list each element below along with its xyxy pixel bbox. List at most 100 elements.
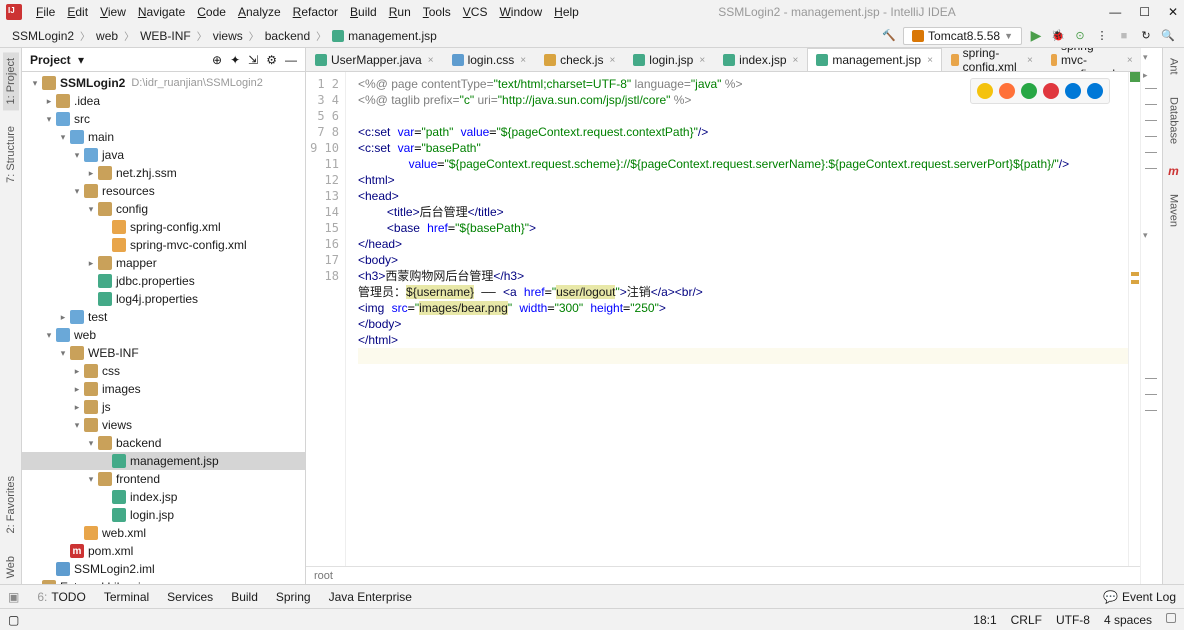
menu-build[interactable]: Build — [344, 3, 383, 21]
disclosure-icon[interactable]: ▸ — [84, 258, 98, 269]
toolwin-todo[interactable]: 6: TODO — [37, 590, 85, 604]
tree-node[interactable]: ▸.idea — [22, 92, 305, 110]
close-tab-icon[interactable]: × — [520, 55, 526, 66]
project-tool-tab[interactable]: 1: Project — [3, 52, 19, 110]
menu-edit[interactable]: Edit — [61, 3, 94, 21]
toolwin-terminal[interactable]: Terminal — [104, 590, 149, 604]
project-tree[interactable]: ▾SSMLogin2D:\idr_ruanjian\SSMLogin2▸.ide… — [22, 72, 305, 584]
menu-vcs[interactable]: VCS — [457, 3, 494, 21]
readonly-lock-icon[interactable] — [1166, 613, 1176, 623]
tree-node[interactable]: ▾resources — [22, 182, 305, 200]
disclosure-icon[interactable]: ▸ — [84, 168, 98, 179]
close-tab-icon[interactable]: × — [609, 55, 615, 66]
breadcrumb-item[interactable]: WEB-INF — [136, 29, 195, 43]
tree-node[interactable]: index.jsp — [22, 488, 305, 506]
tree-node[interactable]: web.xml — [22, 524, 305, 542]
search-icon[interactable]: 🔍 — [1160, 28, 1176, 44]
disclosure-icon[interactable]: ▸ — [70, 366, 84, 377]
project-view-dropdown[interactable]: Project ▾ — [30, 53, 84, 67]
breadcrumb-item[interactable]: views — [209, 29, 247, 43]
status-toggle-icon[interactable]: ▢ — [8, 613, 19, 627]
hammer-icon[interactable]: 🔨 — [881, 28, 897, 44]
maximize-icon[interactable]: ☐ — [1139, 5, 1150, 19]
update-icon[interactable]: ↻ — [1138, 28, 1154, 44]
select-opened-icon[interactable]: ⊕ — [212, 53, 222, 67]
settings-icon[interactable]: ⚙ — [266, 53, 277, 67]
editor-tab[interactable]: index.jsp× — [714, 48, 807, 71]
close-tab-icon[interactable]: × — [927, 55, 933, 66]
close-tab-icon[interactable]: × — [428, 55, 434, 66]
disclosure-icon[interactable]: ▾ — [56, 132, 70, 143]
menu-file[interactable]: File — [30, 3, 61, 21]
breadcrumb-item[interactable]: backend — [261, 29, 314, 43]
disclosure-icon[interactable]: ▾ — [84, 204, 98, 215]
expand-icon[interactable]: ✦ — [230, 53, 240, 67]
browser-icon[interactable] — [1065, 83, 1081, 99]
breadcrumb-item[interactable]: SSMLogin2 — [8, 29, 78, 43]
tree-node[interactable]: log4j.properties — [22, 290, 305, 308]
tree-node[interactable]: ▾SSMLogin2D:\idr_ruanjian\SSMLogin2 — [22, 74, 305, 92]
tree-node[interactable]: ▸test — [22, 308, 305, 326]
editor-tab[interactable]: login.css× — [443, 48, 536, 71]
code-editor[interactable]: <%@ page contentType="text/html;charset=… — [346, 72, 1128, 566]
tree-node[interactable]: management.jsp — [22, 452, 305, 470]
tree-node[interactable]: jdbc.properties — [22, 272, 305, 290]
indent-setting[interactable]: 4 spaces — [1104, 613, 1152, 627]
minimize-icon[interactable]: — — [1109, 5, 1121, 19]
disclosure-icon[interactable]: ▸ — [70, 402, 84, 413]
tree-node[interactable]: ▸css — [22, 362, 305, 380]
browser-icon[interactable] — [1087, 83, 1103, 99]
editor-tab[interactable]: spring-config.xml× — [942, 48, 1042, 71]
editor-tab[interactable]: check.js× — [535, 48, 624, 71]
disclosure-icon[interactable]: ▸ — [70, 384, 84, 395]
browser-icon[interactable] — [1043, 83, 1059, 99]
disclosure-icon[interactable]: ▾ — [42, 330, 56, 341]
favorites-tool-tab[interactable]: 2: Favorites — [3, 470, 19, 539]
menu-code[interactable]: Code — [191, 3, 232, 21]
disclosure-icon[interactable]: ▸ — [42, 96, 56, 107]
tree-node[interactable]: ▾java — [22, 146, 305, 164]
menu-analyze[interactable]: Analyze — [232, 3, 287, 21]
close-tab-icon[interactable]: × — [793, 55, 799, 66]
coverage-icon[interactable]: ⊙ — [1072, 28, 1088, 44]
ant-tool-tab[interactable]: Ant — [1166, 52, 1182, 81]
breadcrumb-item[interactable]: management.jsp — [328, 29, 441, 43]
tree-node[interactable]: ▾WEB-INF — [22, 344, 305, 362]
close-tab-icon[interactable]: × — [1027, 55, 1033, 66]
menu-window[interactable]: Window — [493, 3, 548, 21]
run-icon[interactable]: ▶ — [1028, 28, 1044, 44]
run-config-dropdown[interactable]: Tomcat8.5.58 ▼ — [903, 27, 1022, 45]
close-tab-icon[interactable]: × — [1127, 55, 1133, 66]
menu-tools[interactable]: Tools — [417, 3, 457, 21]
file-encoding[interactable]: UTF-8 — [1056, 613, 1090, 627]
disclosure-icon[interactable]: ▾ — [70, 420, 84, 431]
profile-icon[interactable]: ⋮ — [1094, 28, 1110, 44]
menu-refactor[interactable]: Refactor — [287, 3, 344, 21]
tree-node[interactable]: ▾web — [22, 326, 305, 344]
browser-icon[interactable] — [977, 83, 993, 99]
maven-tool-tab[interactable]: Maven — [1166, 188, 1182, 233]
tree-node[interactable]: spring-mvc-config.xml — [22, 236, 305, 254]
structure-tool-tab[interactable]: 7: Structure — [3, 120, 19, 189]
tree-node[interactable]: ▸images — [22, 380, 305, 398]
tree-node[interactable]: ▾main — [22, 128, 305, 146]
tree-node[interactable]: ▾frontend — [22, 470, 305, 488]
event-log-button[interactable]: 💬 Event Log — [1103, 590, 1176, 604]
disclosure-icon[interactable]: ▾ — [70, 186, 84, 197]
toolwin-spring[interactable]: Spring — [276, 590, 311, 604]
toolwin-java-enterprise[interactable]: Java Enterprise — [329, 590, 412, 604]
disclosure-icon[interactable]: ▾ — [70, 150, 84, 161]
menu-help[interactable]: Help — [548, 3, 585, 21]
caret-position[interactable]: 18:1 — [973, 613, 996, 627]
disclosure-icon[interactable]: ▾ — [84, 438, 98, 449]
toolwin-services[interactable]: Services — [167, 590, 213, 604]
hide-icon[interactable]: — — [285, 53, 297, 67]
line-separator[interactable]: CRLF — [1011, 613, 1042, 627]
editor-tab[interactable]: login.jsp× — [624, 48, 714, 71]
debug-icon[interactable]: 🐞 — [1050, 28, 1066, 44]
browser-icon[interactable] — [999, 83, 1015, 99]
browser-icon[interactable] — [1021, 83, 1037, 99]
menu-navigate[interactable]: Navigate — [132, 3, 191, 21]
disclosure-icon[interactable]: ▸ — [56, 312, 70, 323]
tree-node[interactable]: ▸net.zhj.ssm — [22, 164, 305, 182]
